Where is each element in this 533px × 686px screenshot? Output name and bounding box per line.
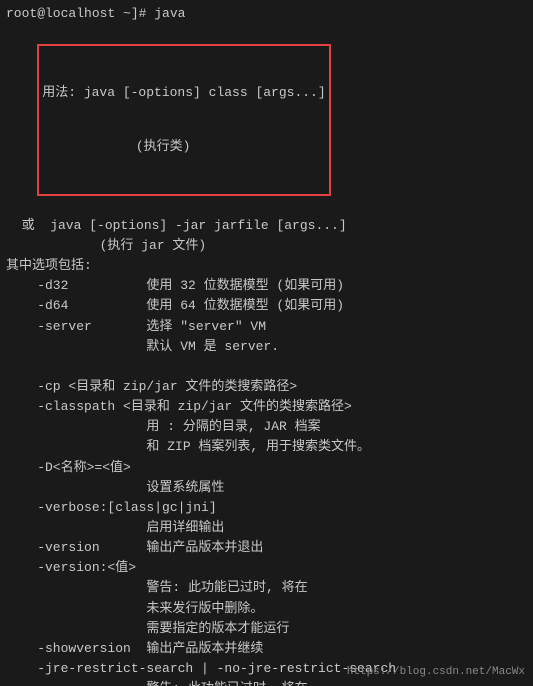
option-d32: -d32 使用 32 位数据模型 (如果可用) xyxy=(6,276,527,296)
option-version-val-2: 警告: 此功能已过时, 将在 xyxy=(6,578,527,598)
option-version-val-4: 需要指定的版本才能运行 xyxy=(6,619,527,639)
option-D-desc: 设置系统属性 xyxy=(6,478,527,498)
watermark: https://blog.csdn.net/MacWx xyxy=(347,666,525,678)
prompt-line: root@localhost ~]# java xyxy=(6,4,527,24)
usage-line-2: (执行类) xyxy=(42,138,325,156)
option-D: -D<名称>=<值> xyxy=(6,458,527,478)
option-server-desc: 默认 VM 是 server. xyxy=(6,337,527,357)
options-header: 其中选项包括: xyxy=(6,256,527,276)
option-verbose: -verbose:[class|gc|jni] xyxy=(6,498,527,518)
option-verbose-desc: 启用详细输出 xyxy=(6,518,527,538)
option-classpath: -classpath <目录和 zip/jar 文件的类搜索路径> xyxy=(6,397,527,417)
usage-highlighted: 用法: java [-options] class [args...] (执行类… xyxy=(6,24,527,216)
option-jre-restrict-2: 警告: 此功能已过时, 将在 xyxy=(6,679,527,686)
option-d64: -d64 使用 64 位数据模型 (如果可用) xyxy=(6,296,527,316)
option-cp: -cp <目录和 zip/jar 文件的类搜索路径> xyxy=(6,377,527,397)
option-classpath-3: 和 ZIP 档案列表, 用于搜索类文件。 xyxy=(6,437,527,457)
option-server: -server 选择 "server" VM xyxy=(6,317,527,337)
blank-1 xyxy=(6,357,527,377)
option-version-val: -version:<值> xyxy=(6,558,527,578)
option-version: -version 输出产品版本并退出 xyxy=(6,538,527,558)
usage-jar-2: (执行 jar 文件) xyxy=(6,236,527,256)
terminal-window: root@localhost ~]# java 用法: java [-optio… xyxy=(0,0,533,686)
usage-line-1: 用法: java [-options] class [args...] xyxy=(42,84,325,102)
usage-jar-1: 或 java [-options] -jar jarfile [args...] xyxy=(6,216,527,236)
option-showversion: -showversion 输出产品版本并继续 xyxy=(6,639,527,659)
option-version-val-3: 未来发行版中删除。 xyxy=(6,599,527,619)
option-classpath-2: 用 : 分隔的目录, JAR 档案 xyxy=(6,417,527,437)
